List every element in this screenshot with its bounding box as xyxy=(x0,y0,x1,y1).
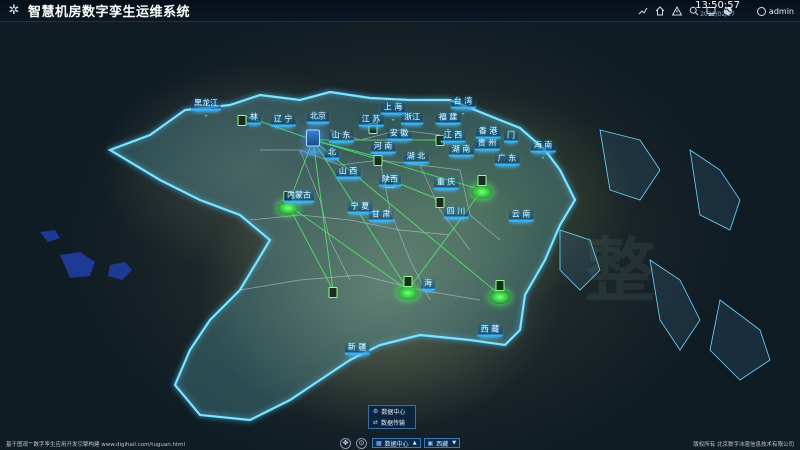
server-icon xyxy=(237,115,247,126)
province-guizhou[interactable]: 贵 州 xyxy=(474,137,500,151)
clock-date: 2021/02/27 xyxy=(700,11,735,18)
footer-right-text: 版权所有 北京数字冰雹信息技术有限公司 xyxy=(693,442,794,448)
app-logo-icon: ✲ xyxy=(8,3,20,18)
top-bar: ✲ 智慧机房数字孪生运维系统 13:50:57 2021/02/27 admin xyxy=(0,0,800,22)
map-view[interactable]: 整 黑龙江⌄ 林 辽 宁 北京 上 海⌄ 台 湾⌄ 江 苏 浙江 福 建⌄ 山 … xyxy=(0,0,800,450)
move-icon[interactable]: ✥ xyxy=(340,437,351,449)
reset-icon[interactable]: ⊙ xyxy=(356,437,367,449)
province-sichuan[interactable]: 四 川 xyxy=(443,205,469,219)
transmission-icon: ⇄ xyxy=(373,419,379,426)
home-icon[interactable] xyxy=(652,3,668,19)
network-node[interactable] xyxy=(471,175,493,199)
province-shaanxi[interactable]: 陕西 xyxy=(379,173,401,187)
province-aomen[interactable]: 门 xyxy=(504,129,518,143)
province-liaoning[interactable]: 辽 宁 xyxy=(270,113,296,127)
map-controls: ✥ ⊙ ▦ 数据中心 ▲ ▣ 西藏 ▼ xyxy=(340,437,463,449)
province-hebei[interactable]: 北 xyxy=(325,146,339,160)
province-qinghai[interactable]: 海 xyxy=(421,277,435,291)
user-icon xyxy=(756,6,766,16)
province-anhui[interactable]: 安 徽 xyxy=(386,127,412,141)
network-node[interactable] xyxy=(397,276,419,300)
server-icon xyxy=(495,280,505,291)
layer-menu: ⚙ 数据中心 ⇄ 数据传输 xyxy=(368,405,416,429)
province-guangdong[interactable]: 广 东 xyxy=(494,152,520,166)
province-hunan[interactable]: 湖 南 xyxy=(448,143,474,157)
province-yunnan[interactable]: 云 南 xyxy=(508,208,534,222)
network-node[interactable] xyxy=(277,191,299,215)
clock-time: 13:50:57 xyxy=(695,0,740,11)
server-icon xyxy=(403,276,413,287)
menu-item-transmission[interactable]: ⇄ 数据传输 xyxy=(369,417,415,428)
province-henan[interactable]: 河 南 xyxy=(370,140,396,154)
province-jiangsu[interactable]: 江 苏 xyxy=(358,113,384,127)
province-hubei[interactable]: 湖 北 xyxy=(403,150,429,164)
datacenter-hub-icon[interactable] xyxy=(306,129,320,147)
caret-down-icon: ▼ xyxy=(452,440,457,446)
province-shandong[interactable]: 山 东 xyxy=(328,129,354,143)
region-select[interactable]: ▣ 西藏 ▼ xyxy=(423,438,461,448)
clock: 13:50:57 2021/02/27 xyxy=(695,1,740,18)
datacenter-icon: ⚙ xyxy=(373,408,379,415)
province-jilin[interactable]: 林 xyxy=(247,111,261,125)
province-hainan[interactable]: 海 南 ⌄ xyxy=(530,139,556,161)
server-icon xyxy=(373,155,383,166)
province-shanxi[interactable]: 山 西 xyxy=(335,165,361,179)
province-beijing[interactable]: 北京 xyxy=(307,110,329,124)
region-icon: ▣ xyxy=(427,439,434,447)
province-gansu[interactable]: 甘 肃 xyxy=(368,208,394,222)
province-jiangxi[interactable]: 江 西 xyxy=(440,129,466,143)
chart-icon[interactable] xyxy=(635,3,651,19)
province-xizang[interactable]: 西 藏 xyxy=(477,323,503,337)
footer-left-text: 基于图观™数字孪生应用开发引擎构建 www.digihail.com/tugua… xyxy=(6,442,186,448)
caret-up-icon: ▲ xyxy=(412,440,417,446)
network-node[interactable] xyxy=(489,280,511,304)
map-graphics xyxy=(40,90,771,422)
province-zhejiang[interactable]: 浙江 xyxy=(401,111,423,125)
province-heilongjiang[interactable]: 黑龙江 ⌄ xyxy=(191,97,221,119)
province-chongqing[interactable]: 重 庆 xyxy=(433,176,459,190)
warning-icon[interactable] xyxy=(669,3,685,19)
province-neimenggu[interactable]: 内蒙古 xyxy=(284,189,314,203)
chevron-down-icon: ⌄ xyxy=(203,111,209,119)
layers-icon: ▦ xyxy=(376,439,382,447)
layer-select[interactable]: ▦ 数据中心 ▲ xyxy=(372,438,421,448)
user-name: admin xyxy=(768,6,794,16)
server-icon xyxy=(328,287,338,298)
chevron-down-icon: ⌄ xyxy=(540,153,546,161)
watermark: 整 xyxy=(585,230,655,312)
menu-item-datacenter[interactable]: ⚙ 数据中心 xyxy=(369,406,415,417)
server-icon xyxy=(477,175,487,186)
province-xinjiang[interactable]: 新 疆 xyxy=(344,341,370,355)
user-menu[interactable]: admin xyxy=(756,0,794,22)
app-title: 智慧机房数字孪生运维系统 xyxy=(28,5,191,20)
